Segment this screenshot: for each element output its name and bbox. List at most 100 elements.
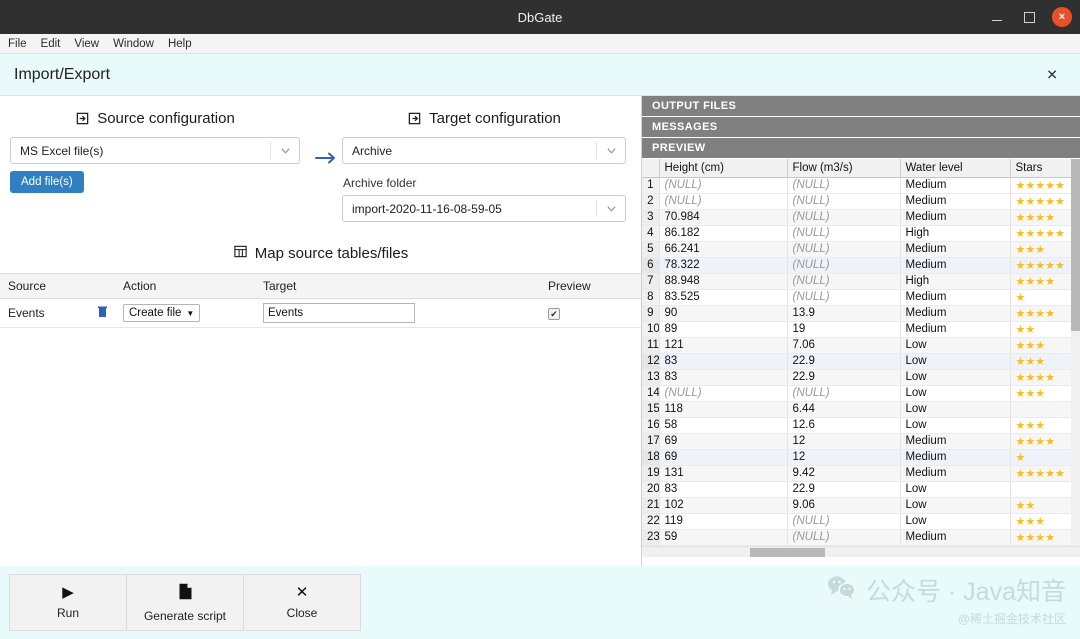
horizontal-scrollbar-thumb[interactable] — [750, 548, 825, 557]
cell-flow[interactable]: (NULL) — [787, 209, 900, 225]
cell-stars[interactable]: ★★★★ — [1010, 529, 1080, 545]
grid-col-flow[interactable]: Flow (m3/s) — [787, 159, 900, 177]
add-files-button[interactable]: Add file(s) — [10, 171, 84, 193]
table-row[interactable]: 883.525(NULL)Medium★ — [642, 289, 1080, 305]
row-number[interactable]: 13 — [642, 369, 659, 385]
row-number[interactable]: 1 — [642, 177, 659, 193]
cell-flow[interactable]: (NULL) — [787, 193, 900, 209]
menu-item-help[interactable]: Help — [168, 38, 192, 50]
cell-stars[interactable]: ★★★ — [1010, 241, 1080, 257]
cell-stars[interactable]: ★★ — [1010, 321, 1080, 337]
cell-water-level[interactable]: Low — [900, 497, 1010, 513]
cell-stars[interactable]: ★★★★ — [1010, 305, 1080, 321]
grid-col-water-level[interactable]: Water level — [900, 159, 1010, 177]
cell-water-level[interactable]: Medium — [900, 305, 1010, 321]
cell-flow[interactable]: (NULL) — [787, 385, 900, 401]
chevron-down-icon[interactable] — [271, 145, 299, 156]
row-number[interactable]: 9 — [642, 305, 659, 321]
row-number[interactable]: 8 — [642, 289, 659, 305]
row-number[interactable]: 6 — [642, 257, 659, 273]
chevron-down-icon[interactable] — [597, 145, 625, 156]
close-button[interactable]: ✕ Close — [243, 574, 361, 631]
target-type-select[interactable]: Archive — [342, 137, 626, 164]
row-number[interactable]: 20 — [642, 481, 659, 497]
generate-script-button[interactable]: Generate script — [126, 574, 244, 631]
cell-height[interactable]: 131 — [659, 465, 787, 481]
cell-water-level[interactable]: Medium — [900, 529, 1010, 545]
cell-flow[interactable]: 22.9 — [787, 481, 900, 497]
cell-height[interactable]: 66.241 — [659, 241, 787, 257]
cell-height[interactable]: 118 — [659, 401, 787, 417]
cell-height[interactable]: 83 — [659, 481, 787, 497]
accordion-output-files[interactable]: OUTPUT FILES — [642, 96, 1080, 117]
table-row[interactable]: 2(NULL)(NULL)Medium★★★★★ — [642, 193, 1080, 209]
archive-folder-select[interactable]: import-2020-11-16-08-59-05 — [342, 195, 626, 222]
trash-icon[interactable] — [98, 306, 107, 321]
cell-flow[interactable]: 9.06 — [787, 497, 900, 513]
cell-stars[interactable]: ★★★★★ — [1010, 193, 1080, 209]
cell-water-level[interactable]: Low — [900, 385, 1010, 401]
cell-height[interactable]: 119 — [659, 513, 787, 529]
window-close-icon[interactable]: × — [1052, 7, 1072, 27]
cell-height[interactable]: (NULL) — [659, 193, 787, 209]
cell-stars[interactable]: ★★★ — [1010, 337, 1080, 353]
cell-flow[interactable]: (NULL) — [787, 513, 900, 529]
cell-flow[interactable]: (NULL) — [787, 241, 900, 257]
cell-height[interactable]: 70.984 — [659, 209, 787, 225]
row-number[interactable]: 12 — [642, 353, 659, 369]
row-number[interactable]: 15 — [642, 401, 659, 417]
cell-water-level[interactable]: Low — [900, 481, 1010, 497]
cell-flow[interactable]: (NULL) — [787, 225, 900, 241]
row-number[interactable]: 16 — [642, 417, 659, 433]
cell-water-level[interactable]: Medium — [900, 241, 1010, 257]
row-number[interactable]: 19 — [642, 465, 659, 481]
row-number[interactable]: 23 — [642, 529, 659, 545]
chevron-down-icon[interactable] — [597, 203, 625, 214]
cell-flow[interactable]: 6.44 — [787, 401, 900, 417]
cell-water-level[interactable]: High — [900, 225, 1010, 241]
cell-height[interactable]: 88.948 — [659, 273, 787, 289]
cell-water-level[interactable]: Medium — [900, 177, 1010, 193]
cell-flow[interactable]: (NULL) — [787, 289, 900, 305]
cell-flow[interactable]: 22.9 — [787, 353, 900, 369]
cell-water-level[interactable]: Medium — [900, 289, 1010, 305]
cell-stars[interactable]: ★ — [1010, 449, 1080, 465]
cell-height[interactable]: (NULL) — [659, 177, 787, 193]
menu-item-window[interactable]: Window — [113, 38, 154, 50]
cell-stars[interactable] — [1010, 401, 1080, 417]
table-row[interactable]: 165812.6Low★★★ — [642, 417, 1080, 433]
cell-water-level[interactable]: Medium — [900, 433, 1010, 449]
cell-height[interactable]: 102 — [659, 497, 787, 513]
cell-water-level[interactable]: Medium — [900, 257, 1010, 273]
cell-stars[interactable]: ★ — [1010, 289, 1080, 305]
table-row[interactable]: 370.984(NULL)Medium★★★★ — [642, 209, 1080, 225]
table-row[interactable]: 678.322(NULL)Medium★★★★★ — [642, 257, 1080, 273]
cell-height[interactable]: 83.525 — [659, 289, 787, 305]
table-row[interactable]: 208322.9Low — [642, 481, 1080, 497]
grid-col-stars[interactable]: Stars — [1010, 159, 1080, 177]
table-row[interactable]: 2359(NULL)Medium★★★★ — [642, 529, 1080, 545]
cell-flow[interactable]: (NULL) — [787, 529, 900, 545]
cell-stars[interactable]: ★★★★★ — [1010, 257, 1080, 273]
vertical-scrollbar[interactable] — [1071, 159, 1080, 546]
cell-height[interactable]: 78.322 — [659, 257, 787, 273]
menu-item-view[interactable]: View — [74, 38, 99, 50]
action-select[interactable]: Create file ▼ — [123, 304, 200, 322]
cell-stars[interactable] — [1010, 481, 1080, 497]
cell-height[interactable]: 89 — [659, 321, 787, 337]
cell-stars[interactable]: ★★★ — [1010, 513, 1080, 529]
cell-height[interactable]: 83 — [659, 353, 787, 369]
cell-flow[interactable]: 12 — [787, 433, 900, 449]
cell-water-level[interactable]: High — [900, 273, 1010, 289]
row-number[interactable]: 3 — [642, 209, 659, 225]
cell-stars[interactable]: ★★★ — [1010, 353, 1080, 369]
row-number[interactable]: 4 — [642, 225, 659, 241]
table-row[interactable]: 151186.44Low — [642, 401, 1080, 417]
table-row[interactable]: 176912Medium★★★★ — [642, 433, 1080, 449]
menu-item-edit[interactable]: Edit — [41, 38, 61, 50]
cell-flow[interactable]: (NULL) — [787, 257, 900, 273]
row-number[interactable]: 21 — [642, 497, 659, 513]
table-row[interactable]: 108919Medium★★ — [642, 321, 1080, 337]
table-row[interactable]: 486.182(NULL)High★★★★★ — [642, 225, 1080, 241]
cell-height[interactable]: 59 — [659, 529, 787, 545]
